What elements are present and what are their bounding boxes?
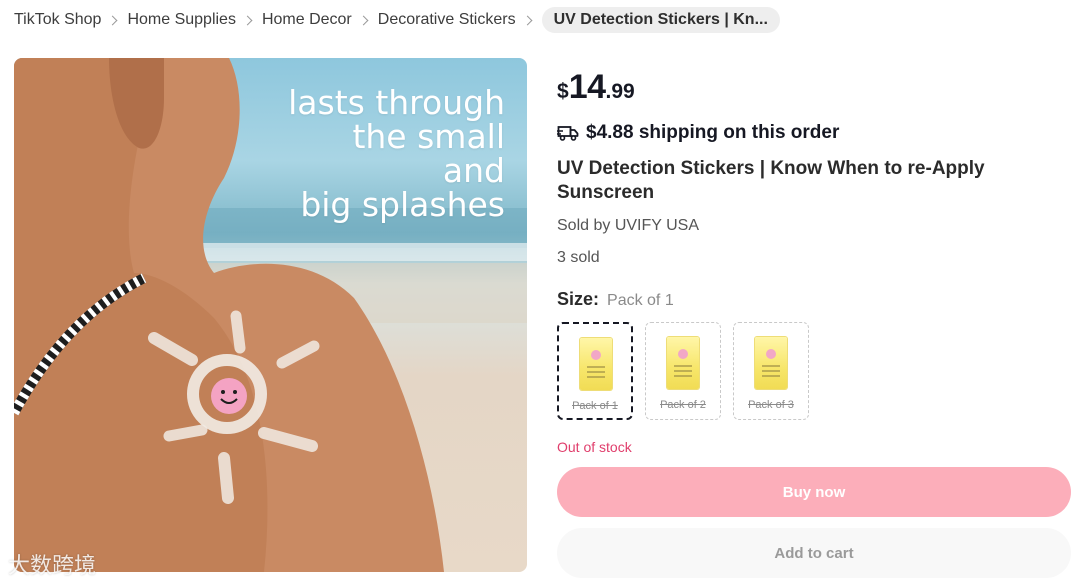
- buy-now-button[interactable]: Buy now: [557, 467, 1071, 517]
- breadcrumb-current: UV Detection Stickers | Kn...: [541, 7, 780, 33]
- size-option-pack-of-3[interactable]: Pack of 3: [733, 322, 809, 420]
- product-thumbnail: [667, 337, 699, 389]
- product-thumbnail: [755, 337, 787, 389]
- size-option-label: Pack of 1: [572, 400, 618, 412]
- watermark-text: 大数跨境: [8, 554, 97, 579]
- caption-line: big splashes: [300, 185, 505, 224]
- seller-name[interactable]: Sold by UVIFY USA: [557, 217, 699, 235]
- caption-line: the small: [352, 117, 505, 156]
- caption-line: lasts through: [288, 83, 505, 122]
- size-option-label: Pack of 2: [660, 399, 706, 411]
- size-option-label: Pack of 3: [748, 399, 794, 411]
- watermark: 大数跨境: [8, 548, 96, 580]
- size-label: Size:: [557, 289, 600, 309]
- product-title: UV Detection Stickers | Know When to re-…: [557, 158, 985, 203]
- size-options: Pack of 1 Pack of 2 Pack of 3: [557, 322, 809, 420]
- breadcrumb-home-decor[interactable]: Home Decor: [262, 11, 352, 29]
- truck-icon: [557, 126, 579, 141]
- product-thumbnail: [580, 338, 612, 390]
- size-selected-value: Pack of 1: [607, 292, 674, 309]
- chevron-right-icon: [358, 15, 369, 25]
- price: $ 14 .99: [557, 68, 635, 107]
- size-option-pack-of-1[interactable]: Pack of 1: [557, 322, 633, 420]
- shipping-text: $4.88 shipping on this order: [586, 122, 840, 143]
- chevron-right-icon: [522, 15, 533, 25]
- breadcrumb-decorative-stickers[interactable]: Decorative Stickers: [378, 11, 516, 29]
- caption-line: and: [442, 151, 505, 190]
- breadcrumb-home-supplies[interactable]: Home Supplies: [127, 11, 236, 29]
- price-decimal: .99: [605, 80, 635, 103]
- sold-count: 3 sold: [557, 249, 600, 266]
- size-option-pack-of-2[interactable]: Pack of 2: [645, 322, 721, 420]
- product-main-image[interactable]: lasts through the small and big splashes: [14, 58, 527, 572]
- breadcrumb-tiktok-shop[interactable]: TikTok Shop: [14, 11, 101, 29]
- shipping-info: $4.88 shipping on this order: [557, 122, 839, 144]
- price-whole: 14: [568, 68, 606, 106]
- breadcrumb: TikTok Shop Home Supplies Home Decor Dec…: [14, 7, 780, 33]
- price-currency: $: [557, 80, 569, 103]
- image-caption: lasts through the small and big splashes: [288, 86, 505, 222]
- chevron-right-icon: [242, 15, 253, 25]
- stock-status: Out of stock: [557, 439, 632, 455]
- add-to-cart-button[interactable]: Add to cart: [557, 528, 1071, 578]
- size-selector-header: Size: Pack of 1: [557, 289, 674, 310]
- chevron-right-icon: [108, 15, 118, 25]
